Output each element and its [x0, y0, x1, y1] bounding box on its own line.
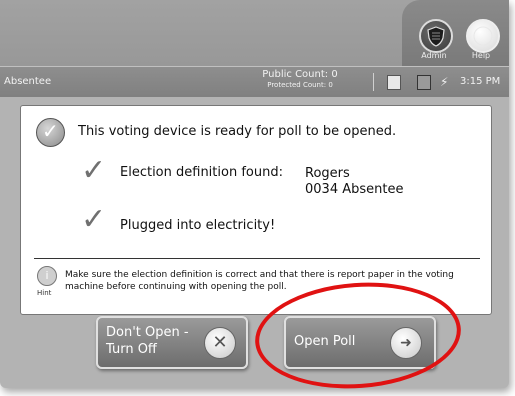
disk-icon — [417, 75, 431, 90]
help-button[interactable] — [466, 19, 500, 53]
admin-label: Admin — [421, 51, 447, 60]
election-id: 0034 Absentee — [305, 182, 404, 197]
dont-open-line-1: Don't Open - — [106, 325, 189, 340]
election-name: Rogers — [305, 166, 350, 181]
admin-button[interactable] — [419, 19, 453, 53]
plug-icon: ⚡ — [440, 75, 449, 89]
document-icon — [387, 75, 401, 90]
power-check-icon: ✓ — [81, 202, 107, 237]
mode-label: Absentee — [4, 76, 52, 87]
help-label: Help — [471, 51, 491, 60]
status-bar: Absentee Public Count: 0 Protected Count… — [0, 66, 509, 97]
check-icon: ✓ — [42, 119, 59, 143]
close-icon: ✕ — [204, 327, 236, 359]
divider — [34, 258, 480, 259]
help-icon — [473, 26, 493, 46]
info-icon[interactable]: i — [37, 266, 57, 286]
election-definition-value: Rogers 0034 Absentee — [305, 166, 403, 198]
public-count: Public Count: 0 — [262, 69, 338, 80]
power-message: Plugged into electricity! — [120, 218, 276, 233]
dont-open-line-2: Turn Off — [106, 342, 157, 357]
election-definition-label: Election definition found: — [120, 165, 283, 180]
ready-message: This voting device is ready for poll to … — [78, 124, 397, 139]
hint-label: Hint — [37, 289, 52, 297]
count-block: Public Count: 0 Protected Count: 0 — [250, 69, 350, 89]
status-divider — [373, 73, 374, 91]
definition-check-icon: ✓ — [81, 153, 107, 188]
clock-time: 3:15 PM — [460, 76, 501, 87]
shield-icon — [427, 26, 445, 47]
dont-open-label: Don't Open - Turn Off — [106, 324, 216, 358]
top-bar: Admin Help — [0, 0, 509, 66]
dont-open-turn-off-button[interactable]: Don't Open - Turn Off ✕ — [96, 316, 248, 369]
ready-panel: ✓ This voting device is ready for poll t… — [20, 105, 492, 315]
protected-count: Protected Count: 0 — [267, 81, 333, 89]
